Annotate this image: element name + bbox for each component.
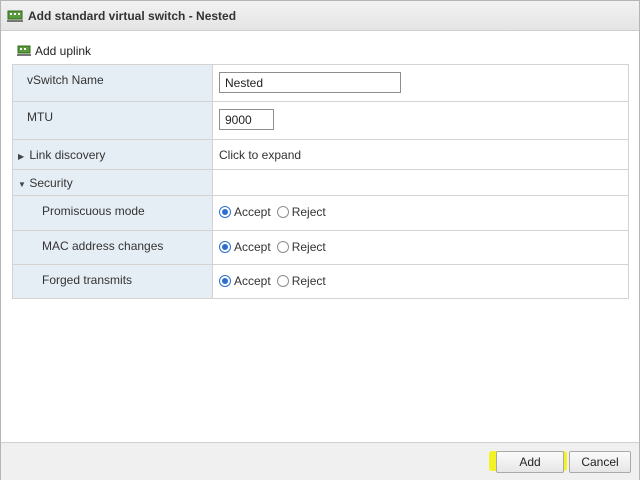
chevron-down-icon[interactable]: ▼ (18, 180, 26, 189)
add-vswitch-dialog: Add standard virtual switch - Nested Add… (0, 0, 640, 480)
mac-reject-label[interactable]: Reject (292, 240, 326, 254)
vswitch-name-label: vSwitch Name (27, 73, 104, 87)
row-vswitch-name: vSwitch Name (13, 65, 628, 102)
mtu-input[interactable] (219, 109, 274, 130)
security-header[interactable]: ▼ Security (18, 176, 73, 190)
chevron-right-icon[interactable]: ▶ (18, 152, 26, 161)
label-cell: ▶ Link discovery (13, 140, 213, 169)
row-forged-transmits: Forged transmits Accept Reject (13, 265, 628, 298)
forged-transmits-label: Forged transmits (42, 273, 133, 287)
mtu-label: MTU (27, 110, 53, 124)
forged-reject-radio[interactable] (276, 275, 289, 287)
label-cell: Forged transmits (13, 265, 213, 298)
promiscuous-reject-radio[interactable] (276, 206, 289, 218)
promiscuous-mode-options: Accept Reject (219, 205, 332, 219)
label-cell: MTU (13, 102, 213, 139)
mac-address-changes-label: MAC address changes (42, 239, 164, 253)
forged-transmits-options: Accept Reject (219, 274, 332, 288)
label-cell: MAC address changes (13, 231, 213, 264)
row-security[interactable]: ▼ Security (13, 170, 628, 196)
security-label: Security (29, 176, 73, 190)
dialog-titlebar: Add standard virtual switch - Nested (1, 1, 639, 31)
forged-accept-radio[interactable] (219, 275, 231, 287)
mac-accept-radio[interactable] (219, 241, 231, 253)
mtu-value (219, 109, 274, 130)
add-button[interactable]: Add (496, 451, 564, 473)
promiscuous-accept-label[interactable]: Accept (234, 205, 271, 219)
link-discovery-label: Link discovery (29, 148, 106, 162)
forged-accept-label[interactable]: Accept (234, 274, 271, 288)
label-cell: ▼ Security (13, 170, 213, 195)
promiscuous-accept-radio[interactable] (219, 206, 231, 218)
vswitch-form: vSwitch Name MTU ▶ Link discovery C (12, 64, 629, 299)
vswitch-name-value (219, 72, 401, 93)
link-discovery-expand[interactable]: Click to expand (219, 148, 301, 162)
label-cell: vSwitch Name (13, 65, 213, 101)
add-uplink-label: Add uplink (35, 44, 92, 58)
mac-address-changes-options: Accept Reject (219, 240, 332, 254)
row-promiscuous-mode: Promiscuous mode Accept Reject (13, 196, 628, 231)
dialog-title: Add standard virtual switch - Nested (28, 8, 237, 23)
cancel-button[interactable]: Cancel (569, 451, 631, 473)
mac-accept-label[interactable]: Accept (234, 240, 271, 254)
link-discovery-header[interactable]: ▶ Link discovery (18, 148, 105, 162)
uplink-icon (17, 45, 31, 56)
promiscuous-mode-label: Promiscuous mode (42, 204, 145, 218)
mac-reject-radio[interactable] (276, 241, 289, 253)
virtual-switch-icon (7, 10, 23, 22)
vswitch-name-input[interactable] (219, 72, 401, 93)
row-link-discovery[interactable]: ▶ Link discovery Click to expand (13, 140, 628, 170)
row-mac-address-changes: MAC address changes Accept Reject (13, 231, 628, 265)
add-uplink-button[interactable]: Add uplink (17, 44, 91, 58)
promiscuous-reject-label[interactable]: Reject (292, 205, 326, 219)
row-mtu: MTU (13, 102, 628, 140)
forged-reject-label[interactable]: Reject (292, 274, 326, 288)
label-cell: Promiscuous mode (13, 196, 213, 230)
